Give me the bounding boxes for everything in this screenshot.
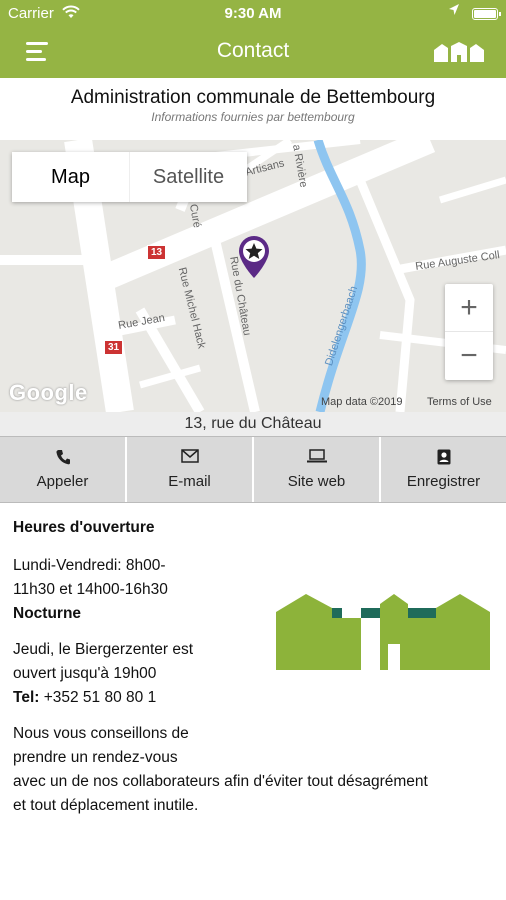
top-bar: Carrier 9:30 AM Contact bbox=[0, 0, 506, 78]
google-logo: Google bbox=[9, 380, 88, 405]
website-button[interactable]: Site web bbox=[254, 437, 381, 502]
commune-logo-image bbox=[276, 592, 490, 675]
institution-title: Administration communale de Bettembourg bbox=[70, 87, 436, 108]
advice-line: et tout déplacement inutile. bbox=[13, 797, 199, 814]
route-shield: 13 bbox=[147, 245, 167, 260]
email-label: E-mail bbox=[168, 473, 211, 490]
advice-line: Nous vous conseillons de bbox=[13, 725, 189, 742]
advice-line: avec un de nos collaborateurs afin d'évi… bbox=[13, 773, 428, 790]
location-arrow-icon bbox=[448, 3, 460, 21]
star-marker-icon[interactable] bbox=[237, 234, 271, 283]
nav-bar: Contact bbox=[0, 28, 506, 78]
route-shield: 31 bbox=[104, 340, 124, 355]
status-time: 9:30 AM bbox=[224, 5, 282, 22]
info-source: Informations fournies par bettembourg bbox=[151, 110, 355, 124]
info-header: Administration communale de Bettembourg … bbox=[0, 78, 506, 140]
terms-of-use-link[interactable]: Terms of Use bbox=[427, 396, 492, 408]
call-label: Appeler bbox=[36, 473, 89, 490]
hours-heading: Heures d'ouverture bbox=[13, 519, 155, 536]
address-label: 13, rue du Château bbox=[0, 412, 506, 436]
envelope-icon bbox=[180, 449, 199, 469]
zoom-controls: + − bbox=[445, 284, 493, 380]
save-contact-button[interactable]: Enregistrer bbox=[381, 437, 506, 502]
battery-icon bbox=[472, 8, 501, 20]
map-type-toggle: Map Satellite bbox=[12, 152, 247, 202]
action-bar: Appeler E-mail Site web Enregistrer bbox=[0, 436, 506, 503]
commune-logo-icon[interactable] bbox=[434, 42, 484, 67]
contact-card-icon bbox=[437, 449, 451, 469]
zoom-in-button[interactable]: + bbox=[445, 284, 493, 332]
map-type-map[interactable]: Map bbox=[12, 152, 129, 202]
advice-line: prendre un rendez-vous bbox=[13, 749, 178, 766]
phone-line[interactable]: Tel: +352 51 80 80 1 bbox=[13, 686, 498, 710]
laptop-icon bbox=[306, 449, 327, 469]
hours-line: Lundi-Vendredi: 8h00- bbox=[13, 557, 166, 574]
map-type-satellite[interactable]: Satellite bbox=[129, 152, 247, 202]
zoom-out-button[interactable]: − bbox=[445, 332, 493, 380]
tel-label: Tel: bbox=[13, 689, 40, 706]
call-button[interactable]: Appeler bbox=[0, 437, 127, 502]
website-label: Site web bbox=[287, 473, 346, 490]
save-contact-label: Enregistrer bbox=[406, 473, 481, 490]
page-title: Contact bbox=[216, 39, 290, 62]
tel-value: +352 51 80 80 1 bbox=[39, 689, 157, 706]
phone-icon bbox=[55, 449, 70, 469]
status-bar: Carrier 9:30 AM bbox=[0, 0, 506, 28]
email-button[interactable]: E-mail bbox=[127, 437, 254, 502]
map-data-credit: Map data ©2019 bbox=[321, 396, 403, 408]
